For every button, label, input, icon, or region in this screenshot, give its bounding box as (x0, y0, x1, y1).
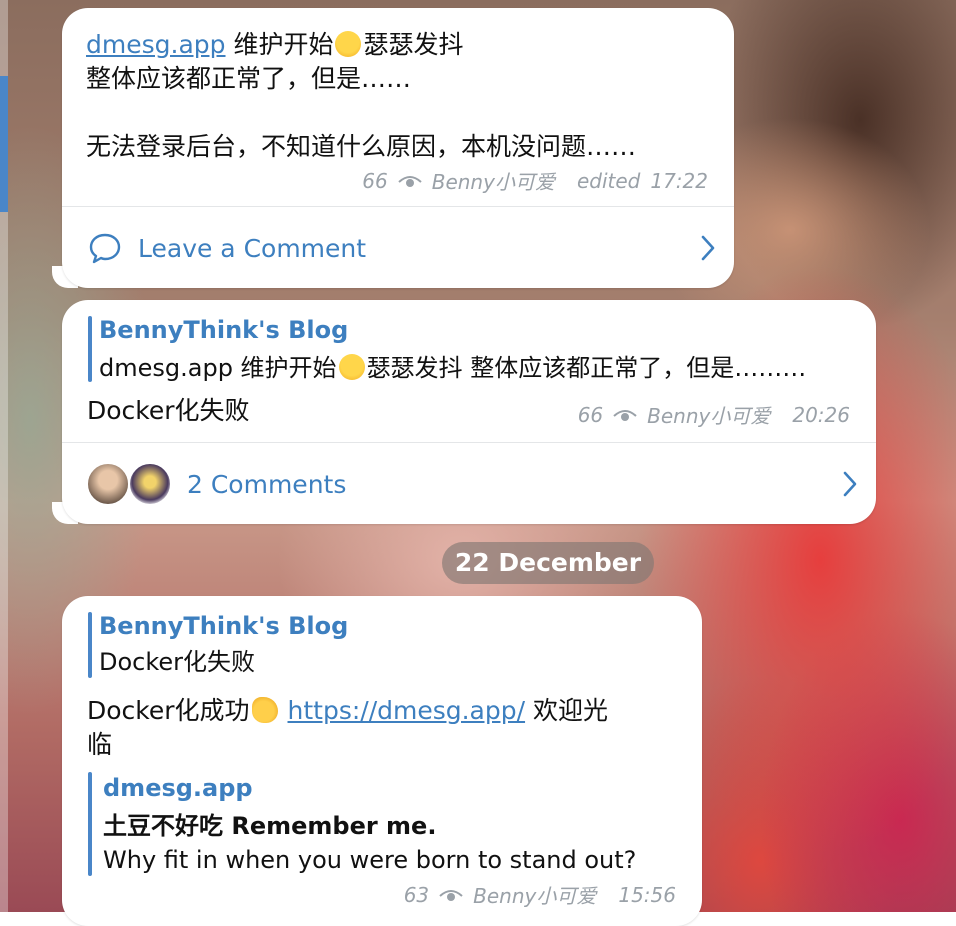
message-text: 瑟瑟发抖 (363, 30, 464, 59)
message-bubble[interactable]: dmesg.app 维护开始 瑟瑟发抖 整体应该都正常了，但是…… 无法登录后台，… (62, 8, 734, 288)
reply-title[interactable]: BennyThink's Blog (99, 316, 348, 344)
sidebar-selection-indicator (0, 76, 8, 212)
comments-count-label: 2 Comments (187, 469, 347, 499)
comments-button[interactable]: 2 Comments (187, 466, 346, 502)
message-text: Docker化失败 (87, 396, 250, 425)
message-meta: 63 Benny小可爱 15:56 (404, 880, 676, 909)
message-bubble[interactable]: BennyThink's Blog dmesg.app 维护开始 瑟瑟发抖 整体应… (62, 300, 876, 524)
view-count: 63 (403, 882, 430, 907)
message-text-line: Docker化成功 https://dmesg.app/ 欢迎光 (87, 694, 608, 727)
commenter-avatar (128, 462, 172, 506)
message-text: Docker化成功 (87, 696, 250, 725)
comment-icon (89, 233, 121, 264)
message-text-line: dmesg.app 维护开始 瑟瑟发抖 (86, 28, 464, 61)
laughing-emoji (338, 354, 365, 380)
link-preview-description: Why fit in when you were born to stand o… (103, 846, 637, 874)
message-time: 15:56 (618, 882, 676, 907)
message-text: 欢迎光 (525, 696, 608, 725)
divider (62, 442, 876, 443)
message-text-line: 无法登录后台，不知道什么原因，本机没问题…… (86, 132, 637, 161)
author-signature: Benny小可爱 (431, 170, 555, 194)
clapping-emoji (251, 697, 278, 723)
message-time: 20:26 (792, 402, 850, 427)
message-text-line: 临 (87, 730, 113, 759)
reply-text[interactable]: Docker化失败 (99, 646, 255, 679)
reply-text-part: 瑟瑟发抖 整体应该都正常了，但是……… (366, 354, 807, 382)
message-text-line: 整体应该都正常了，但是…… (86, 64, 412, 93)
message-time: 17:22 (650, 168, 708, 193)
message-text: 维护开始 (233, 30, 334, 59)
chevron-right-icon[interactable] (700, 234, 716, 262)
eye-icon (398, 175, 422, 187)
view-count: 66 (577, 402, 604, 427)
eye-icon (439, 889, 463, 901)
message-link[interactable]: dmesg.app (86, 30, 226, 59)
view-count: 66 (362, 168, 388, 193)
link-preview-title[interactable]: 土豆不好吃 Remember me. (103, 810, 436, 843)
date-separator: 22 December (442, 542, 654, 584)
divider (62, 206, 734, 207)
commenter-avatar (86, 462, 130, 506)
reply-quote-bar (88, 316, 92, 382)
edited-label: edited (576, 168, 641, 193)
message-bubble[interactable]: BennyThink's Blog Docker化失败 Docker化成功 ht… (62, 596, 702, 926)
chevron-right-icon[interactable] (842, 470, 858, 498)
reply-text-part: dmesg.app 维护开始 (99, 354, 337, 382)
link-preview-bar (88, 772, 92, 876)
author-signature: Benny小可爱 (647, 404, 771, 428)
leave-comment-label: Leave a Comment (138, 233, 367, 263)
laughing-emoji (335, 31, 362, 57)
link-preview-site[interactable]: dmesg.app (103, 774, 253, 802)
leave-comment-button[interactable]: Leave a Comment (88, 230, 366, 266)
message-link[interactable]: https://dmesg.app/ (288, 696, 526, 725)
message-meta: 66 Benny小可爱 edited 17:22 (362, 166, 708, 195)
reply-title[interactable]: BennyThink's Blog (99, 612, 348, 640)
message-meta: 66 Benny小可爱 20:26 (578, 400, 850, 429)
reply-quote-bar (88, 612, 92, 678)
eye-icon (613, 409, 637, 421)
author-signature: Benny小可爱 (473, 884, 597, 908)
reply-text[interactable]: dmesg.app 维护开始 瑟瑟发抖 整体应该都正常了，但是……… (99, 352, 806, 385)
